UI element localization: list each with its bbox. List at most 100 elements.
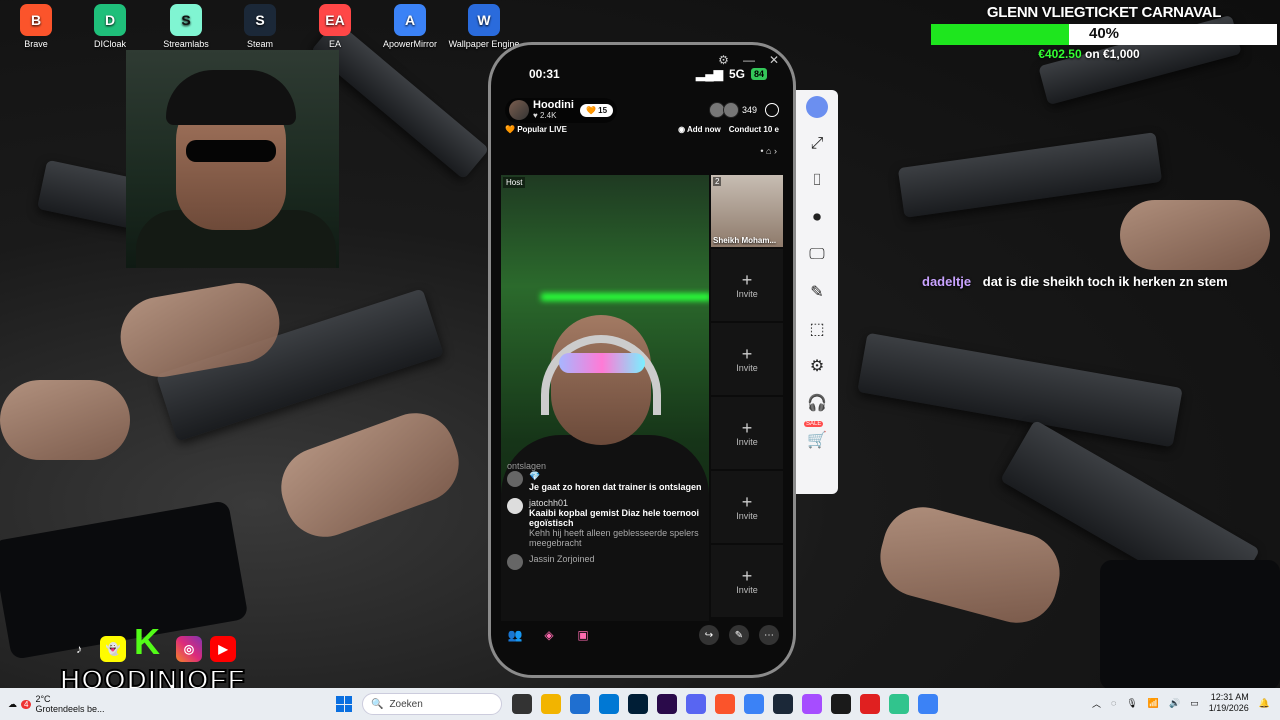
conduct-badge[interactable]: Conduct 10 e xyxy=(729,125,779,134)
steam-taskbar-icon[interactable] xyxy=(773,694,793,714)
invite-slot[interactable]: + Invite xyxy=(711,471,783,543)
settings-icon[interactable]: ⚙ xyxy=(718,53,729,67)
overlay-chat-message: dadeltje dat is die sheikh toch ik herke… xyxy=(922,274,1228,289)
twitch-icon[interactable] xyxy=(802,694,822,714)
screenshot-icon[interactable]: ⌷ xyxy=(806,170,828,192)
layout-icon[interactable]: ▣ xyxy=(573,625,593,645)
weather-icon: ☁ xyxy=(8,698,17,709)
host-tag: Host xyxy=(503,177,526,188)
desktop-icon-steam[interactable]: S Steam xyxy=(224,4,296,49)
sale-badge: SALE xyxy=(804,421,824,427)
account-icon[interactable] xyxy=(806,96,828,118)
plus-icon: + xyxy=(741,270,753,290)
host-avatar xyxy=(509,100,529,120)
weather-widget[interactable]: ☁ 4 2°C Grotendeels be... xyxy=(0,694,128,714)
apowermirror-icon: A xyxy=(394,4,426,36)
desktop-icon-brave[interactable]: B Brave xyxy=(0,4,72,49)
goal-percent: 40% xyxy=(1088,25,1120,42)
taskbar-apps xyxy=(512,694,938,714)
goal-title: GLENN VLIEGTICKET CARNAVAL xyxy=(986,4,1222,21)
goal-amount: €402.50 on €1,000 xyxy=(1038,47,1140,61)
notifications-icon[interactable]: 🔔 xyxy=(1259,698,1270,709)
box-icon[interactable]: ◈ xyxy=(539,625,559,645)
chevron-up-icon[interactable]: ︿ xyxy=(1092,697,1101,710)
chat-item: 💎 Je gaat zo horen dat trainer is ontslag… xyxy=(507,471,707,492)
minimize-icon[interactable]: — xyxy=(743,53,755,67)
settings-icon[interactable]: ⚙ xyxy=(806,355,828,377)
host-name: Hoodini xyxy=(533,98,574,111)
snapchat-icon: 👻 xyxy=(100,636,126,662)
weather-alert-badge: 4 xyxy=(21,699,32,709)
effects-icon[interactable]: ✎ xyxy=(729,625,749,645)
guests-icon[interactable]: 👥 xyxy=(505,625,525,645)
store-icon[interactable] xyxy=(570,694,590,714)
system-tray: ︿ ◌ 🎙 📶 🔊 ▭ 12:31 AM 1/19/2026 🔔 xyxy=(1092,692,1270,714)
streamlabs-icon: S xyxy=(170,4,202,36)
apowermirror-taskbar-icon[interactable] xyxy=(744,694,764,714)
chat-item: jatochh01 Kaaibi kopbal gemist Diaz hele… xyxy=(507,498,707,548)
search-box[interactable]: 🔍 Zoeken xyxy=(362,693,502,715)
chat-text: dat is die sheikh toch ik herken zn stem xyxy=(982,274,1228,289)
mail-icon[interactable] xyxy=(599,694,619,714)
cart-icon[interactable]: SALE 🛒 xyxy=(804,421,828,451)
more-icon[interactable]: ⋯ xyxy=(759,625,779,645)
invite-slot[interactable]: + Invite xyxy=(711,397,783,469)
kick-icon: K xyxy=(134,621,160,662)
volume-icon[interactable]: 🔊 xyxy=(1169,698,1180,709)
invite-slot[interactable]: + Invite xyxy=(711,323,783,395)
chat-ghost-text: ontslagen xyxy=(507,461,547,471)
tiktok-icon: ♪ xyxy=(76,642,82,656)
file-explorer-icon[interactable] xyxy=(541,694,561,714)
desktop-icon-dicloak[interactable]: D DICloak xyxy=(74,4,146,49)
terminal-icon[interactable] xyxy=(831,694,851,714)
close-icon[interactable]: ✕ xyxy=(769,53,779,67)
network-icon[interactable]: ◌ xyxy=(1111,698,1116,708)
brush-icon[interactable]: ✎ xyxy=(806,281,828,303)
desktop-icon-wallpaper-engine[interactable]: W Wallpaper Engine xyxy=(448,4,520,49)
plus-icon: + xyxy=(741,492,753,512)
headset-icon[interactable]: 🎧 xyxy=(806,392,828,414)
task-view-icon[interactable] xyxy=(512,694,532,714)
social-overlay: ♪ 👻 K ◎ ▶ HOODINIOFF xyxy=(59,621,246,697)
battery-icon: 84 xyxy=(750,68,767,80)
mic-icon[interactable]: 🎙 xyxy=(1126,698,1137,709)
record-app-icon[interactable] xyxy=(860,694,880,714)
fullscreen-icon[interactable]: ⤢ xyxy=(806,133,828,155)
invite-slot[interactable]: + Invite xyxy=(711,545,783,617)
taskbar: ☁ 4 2°C Grotendeels be... 🔍 Zoeken ︿ ◌ 🎙… xyxy=(0,688,1280,720)
record-icon[interactable]: ⏺ xyxy=(806,207,828,229)
desktop-icon-apowermirror[interactable]: A ApowerMirror xyxy=(374,4,446,49)
wifi-icon[interactable]: 📶 xyxy=(1148,698,1159,709)
mirror-taskbar-icon[interactable] xyxy=(918,694,938,714)
share-icon[interactable]: ↪ xyxy=(699,625,719,645)
photoshop-icon[interactable] xyxy=(628,694,648,714)
ea-icon: EA xyxy=(319,4,351,36)
plus-icon: + xyxy=(741,566,753,586)
select-area-icon[interactable]: ⬚ xyxy=(806,318,828,340)
goal-progress-bar: 40% xyxy=(931,24,1277,45)
phone-status-bar: 00:31 ▂▄▆ 5G 84 xyxy=(529,67,767,81)
follow-button[interactable]: 🧡 15 xyxy=(579,103,614,117)
phone-chat: ontslagen 💎 Je gaat zo horen dat trainer … xyxy=(507,461,707,576)
discord-icon[interactable] xyxy=(686,694,706,714)
premiere-icon[interactable] xyxy=(657,694,677,714)
brave-taskbar-icon[interactable] xyxy=(715,694,735,714)
battery-tray-icon[interactable]: ▭ xyxy=(1190,698,1199,709)
start-button[interactable] xyxy=(336,696,352,712)
host-profile[interactable]: Hoodini ♥ 2.4K 🧡 15 xyxy=(505,97,618,123)
desktop-icon-ea[interactable]: EA EA xyxy=(299,4,371,49)
guest-badge: 2 xyxy=(713,177,722,186)
screen-icon[interactable]: 🖵 xyxy=(806,244,828,266)
power-icon[interactable] xyxy=(765,103,779,117)
guest-column: 2 Sheikh Moham... + Invite + Invite + Invit… xyxy=(711,175,783,617)
network-type: 5G xyxy=(728,67,745,81)
viewer-count[interactable]: 349 xyxy=(708,102,757,118)
popular-live-badge[interactable]: 🧡 Popular LIVE xyxy=(505,125,567,134)
invite-slot[interactable]: + Invite xyxy=(711,249,783,321)
clock[interactable]: 12:31 AM 1/19/2026 xyxy=(1209,692,1249,714)
streamlabs-taskbar-icon[interactable] xyxy=(889,694,909,714)
add-now-button[interactable]: ◉ Add now xyxy=(678,125,721,134)
phone-mirror-window[interactable]: ⚙ — ✕ 00:31 ▂▄▆ 5G 84 Hoodini ♥ 2.4K 🧡 1… xyxy=(488,42,796,678)
guest-slot[interactable]: 2 Sheikh Moham... xyxy=(711,175,783,247)
chat-item: Jassin Zorjoined xyxy=(507,554,707,570)
